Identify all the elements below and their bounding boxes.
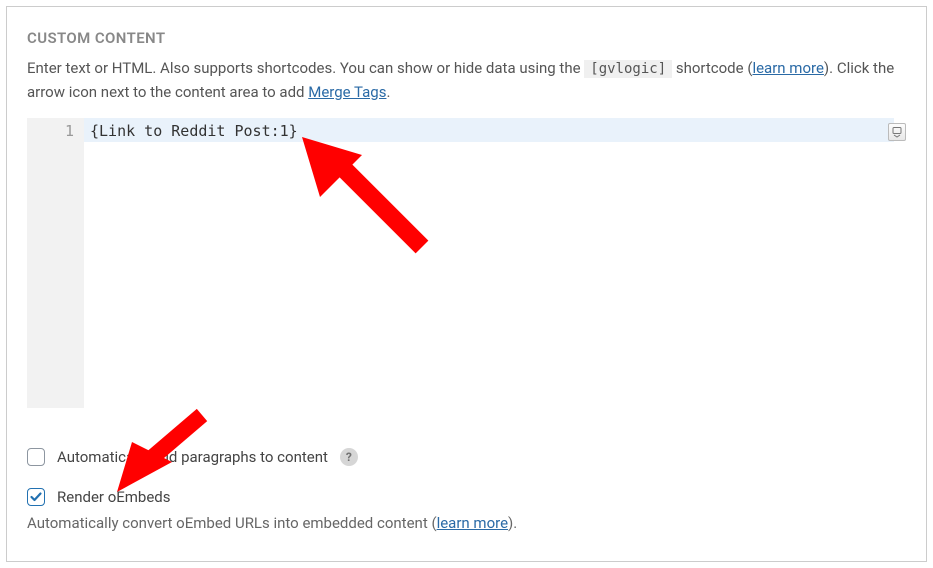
oembed-learn-more-link[interactable]: learn more	[437, 514, 508, 532]
editor-line-1[interactable]: {Link to Reddit Post:1}	[84, 118, 894, 142]
check-icon	[29, 490, 43, 504]
merge-tag-icon	[891, 126, 903, 138]
section-title: Custom Content	[27, 29, 906, 47]
oembed-help-prefix: Automatically convert oEmbed URLs into e…	[27, 514, 437, 532]
oembed-helper-text: Automatically convert oEmbed URLs into e…	[27, 514, 906, 532]
auto-paragraph-label: Automatically add paragraphs to content	[57, 448, 328, 466]
merge-tags-link[interactable]: Merge Tags	[308, 83, 386, 101]
auto-paragraph-checkbox[interactable]	[27, 448, 45, 466]
section-description: Enter text or HTML. Also supports shortc…	[27, 57, 906, 104]
oembed-help-suffix: ).	[508, 514, 517, 532]
render-oembed-option: Render oEmbeds	[27, 488, 906, 506]
desc-text-1: Enter text or HTML. Also supports shortc…	[27, 59, 584, 77]
custom-content-panel: Custom Content Enter text or HTML. Also …	[6, 6, 927, 562]
merge-tag-dropdown-button[interactable]	[888, 123, 906, 141]
code-editor[interactable]: 1 {Link to Reddit Post:1}	[27, 118, 906, 408]
learn-more-link[interactable]: learn more	[752, 59, 823, 77]
render-oembed-checkbox[interactable]	[27, 488, 45, 506]
editor-content-area[interactable]: {Link to Reddit Post:1}	[84, 118, 894, 408]
desc-text-2: shortcode (	[676, 59, 753, 77]
help-icon[interactable]: ?	[340, 448, 358, 466]
shortcode-code: [gvlogic]	[584, 60, 672, 78]
auto-paragraph-option: Automatically add paragraphs to content …	[27, 448, 906, 466]
render-oembed-label: Render oEmbeds	[57, 488, 171, 506]
line-number: 1	[31, 122, 74, 140]
desc-text-4: .	[386, 83, 390, 101]
editor-gutter: 1	[27, 118, 84, 408]
